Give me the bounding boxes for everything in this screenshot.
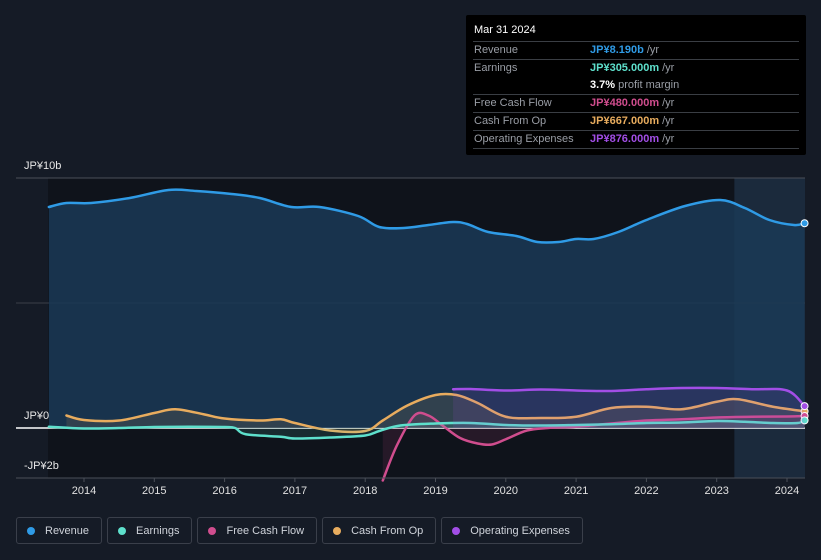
- y-axis-label-zero: JP¥0: [24, 410, 50, 422]
- tooltip-unit: /yr: [662, 115, 675, 127]
- legend-dot-icon: [208, 526, 217, 535]
- legend-dot-icon: [333, 526, 342, 535]
- legend-label: Earnings: [136, 524, 180, 537]
- x-tick-label: 2022: [634, 485, 658, 497]
- tooltip-unit: /yr: [662, 133, 675, 145]
- tooltip-row-operating-expenses: Operating Expenses JP¥876.000m /yr: [473, 130, 799, 149]
- tooltip-value: JP¥480.000m: [590, 97, 660, 109]
- legend-label: Revenue: [45, 524, 90, 537]
- x-tick-label: 2020: [494, 485, 518, 497]
- tooltip-unit: /yr: [662, 97, 675, 109]
- x-tick-label: 2016: [212, 485, 236, 497]
- tooltip-unit: /yr: [662, 62, 675, 74]
- x-tick-label: 2023: [704, 485, 728, 497]
- legend-dot-icon: [27, 526, 35, 535]
- tooltip-label: Earnings: [474, 62, 518, 74]
- tooltip-label: Cash From Op: [474, 115, 547, 127]
- y-axis-label-top: JP¥10b: [24, 160, 62, 172]
- x-tick-label: 2017: [283, 485, 307, 497]
- legend-dot-icon: [118, 526, 127, 535]
- tooltip-date: Mar 31 2024: [474, 24, 536, 36]
- x-tick-label: 2024: [775, 485, 799, 497]
- tooltip-row-profit-margin: 3.7% profit margin: [473, 77, 799, 94]
- profit-margin-value: 3.7%: [590, 79, 616, 91]
- y-axis-label-bottom: -JP¥2b: [24, 460, 59, 472]
- legend-label: Operating Expenses: [470, 524, 570, 537]
- tooltip-value: JP¥876.000m: [590, 133, 660, 145]
- legend-label: Cash From Op: [351, 524, 424, 537]
- operating-expenses-end-point: [800, 402, 809, 411]
- legend: Revenue Earnings Free Cash Flow Cash Fro…: [16, 517, 583, 544]
- legend-item-cash-from-op[interactable]: Cash From Op: [322, 517, 437, 544]
- x-tick-label: 2021: [564, 485, 588, 497]
- x-tick-label: 2019: [423, 485, 447, 497]
- legend-label: Free Cash Flow: [226, 524, 305, 537]
- x-tick-label: 2018: [353, 485, 377, 497]
- tooltip-row-free-cash-flow: Free Cash Flow JP¥480.000m /yr: [473, 94, 799, 112]
- x-tick-label: 2015: [142, 485, 166, 497]
- legend-item-revenue[interactable]: Revenue: [16, 517, 103, 544]
- tooltip-label: Free Cash Flow: [474, 97, 552, 109]
- legend-item-operating-expenses[interactable]: Operating Expenses: [441, 517, 583, 544]
- legend-item-earnings[interactable]: Earnings: [107, 517, 193, 544]
- legend-item-free-cash-flow[interactable]: Free Cash Flow: [197, 517, 318, 544]
- operating-expenses-area: [453, 387, 805, 428]
- tooltip-label: [473, 77, 590, 94]
- tooltip-value: JP¥305.000m: [590, 62, 660, 74]
- legend-dot-icon: [452, 526, 461, 535]
- tooltip-value: JP¥8.190b: [590, 44, 644, 56]
- tooltip-unit: /yr: [646, 44, 660, 56]
- tooltip: Mar 31 2024 Revenue JP¥8.190b /yr Earnin…: [466, 15, 806, 155]
- tooltip-label: Operating Expenses: [474, 133, 574, 145]
- tooltip-row-earnings: Earnings JP¥305.000m /yr: [473, 59, 799, 77]
- x-tick-label: 2014: [72, 485, 96, 497]
- revenue-end-point: [800, 219, 809, 228]
- tooltip-row-cash-from-op: Cash From Op JP¥667.000m /yr: [473, 112, 799, 130]
- tooltip-row-revenue: Revenue JP¥8.190b /yr: [473, 41, 799, 59]
- tooltip-label: Revenue: [474, 44, 519, 56]
- tooltip-value: JP¥667.000m: [590, 115, 660, 127]
- tooltip-unit: profit margin: [618, 79, 680, 91]
